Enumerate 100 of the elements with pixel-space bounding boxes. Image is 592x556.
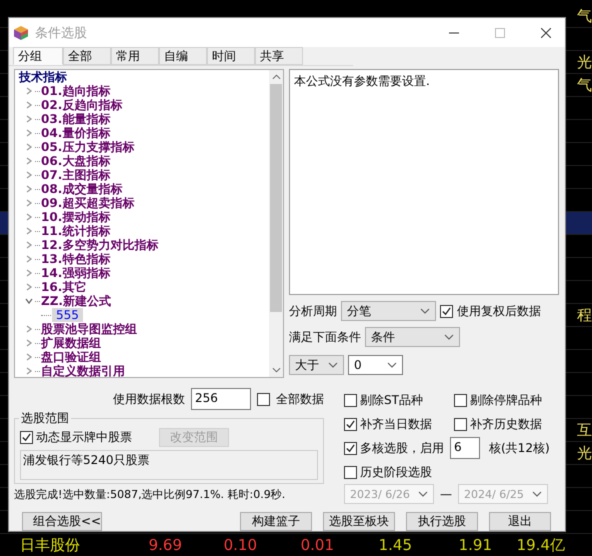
- tab[interactable]: 时间: [207, 47, 255, 65]
- chevron-right-icon[interactable]: [25, 199, 33, 207]
- chevron-right-icon[interactable]: [25, 367, 33, 375]
- tree-item[interactable]: 扩展数据组: [41, 336, 101, 350]
- window-title: 条件选股: [35, 24, 87, 42]
- stock-name: 气: [577, 75, 592, 96]
- table-cell-text: 1.91: [458, 535, 492, 556]
- checkbox-label: 多核选股，启用: [360, 440, 444, 456]
- core-count-field[interactable]: 6: [450, 437, 480, 459]
- scroll-down-icon[interactable]: [272, 367, 280, 373]
- checkbox[interactable]: [454, 418, 467, 430]
- chevron-down-icon[interactable]: [25, 297, 33, 305]
- tree-item[interactable]: 09.超买超卖指标: [41, 196, 134, 210]
- period-dropdown[interactable]: 分笔: [341, 301, 436, 321]
- checkbox-label: 剔除停牌品种: [470, 392, 542, 408]
- checkbox-label: 补齐当日数据: [360, 416, 432, 432]
- checkbox-label: 全部数据: [276, 390, 324, 408]
- group-title: 选股范围: [19, 410, 71, 427]
- caret-icon: [328, 362, 338, 368]
- tab[interactable]: 共享: [255, 47, 303, 65]
- tree-item[interactable]: 03.能量指标: [41, 112, 110, 126]
- chevron-right-icon[interactable]: [25, 339, 33, 347]
- chevron-right-icon[interactable]: [25, 213, 33, 221]
- checkbox[interactable]: [344, 394, 357, 406]
- chevron-right-icon[interactable]: [25, 115, 33, 123]
- maximize-icon[interactable]: [495, 28, 505, 38]
- tree-item[interactable]: 技术指标: [19, 70, 67, 84]
- core-note: 核(共12核): [489, 440, 550, 456]
- parameter-text: 本公式没有参数需要设置.: [294, 74, 430, 88]
- chevron-right-icon[interactable]: [25, 255, 33, 263]
- tree-item[interactable]: 05.压力支撑指标: [41, 140, 134, 154]
- checkbox-label: 剔除ST品种: [360, 392, 423, 408]
- condition-dropdown[interactable]: 条件: [365, 327, 460, 347]
- checkbox[interactable]: [20, 431, 33, 444]
- tree-item[interactable]: 555: [52, 308, 83, 322]
- tree-item[interactable]: 04.量价指标: [41, 126, 110, 140]
- checkbox-label: 补齐历史数据: [470, 416, 542, 432]
- action-button[interactable]: 选股至板块: [323, 512, 395, 531]
- chevron-right-icon[interactable]: [25, 227, 33, 235]
- tree-item[interactable]: 14.强弱指标: [41, 266, 110, 280]
- table-cell-text: 19.4亿: [516, 535, 565, 556]
- caret-icon: [532, 491, 542, 497]
- table-cell-text: 1.45: [378, 535, 412, 556]
- chevron-right-icon[interactable]: [25, 185, 33, 193]
- scope-summary: 浦发银行等5240只股票: [23, 453, 150, 467]
- field-label: 满足下面条件: [289, 328, 361, 346]
- tree-item[interactable]: 08.成交量指标: [41, 182, 122, 196]
- chevron-right-icon[interactable]: [25, 143, 33, 151]
- tree-item[interactable]: 10.摆动指标: [41, 210, 110, 224]
- close-icon[interactable]: [541, 28, 551, 38]
- tree-item[interactable]: 01.趋向指标: [41, 84, 110, 98]
- checkbox[interactable]: [454, 394, 467, 406]
- chevron-right-icon[interactable]: [25, 283, 33, 291]
- tab[interactable]: 常用: [111, 47, 159, 65]
- action-button[interactable]: 执行选股: [406, 512, 478, 531]
- checkbox-label: 动态显示牌中股票: [36, 429, 132, 446]
- scroll-up-icon[interactable]: [272, 74, 280, 80]
- checkbox[interactable]: [344, 466, 357, 478]
- tab[interactable]: 全部: [63, 47, 111, 65]
- chevron-right-icon[interactable]: [25, 353, 33, 361]
- tree-item[interactable]: 股票池导图监控组: [41, 322, 137, 336]
- tab[interactable]: 自编: [159, 47, 207, 65]
- checkbox-label: 历史阶段选股: [360, 464, 432, 480]
- tree-item[interactable]: 02.反趋向指标: [41, 98, 122, 112]
- field-label: 分析周期: [289, 302, 337, 320]
- chevron-right-icon[interactable]: [25, 87, 33, 95]
- checkbox[interactable]: [344, 442, 357, 454]
- chevron-right-icon[interactable]: [25, 325, 33, 333]
- scrollbar[interactable]: [269, 70, 283, 377]
- tree-item[interactable]: 16.其它: [41, 280, 86, 294]
- tree-item[interactable]: 06.大盘指标: [41, 154, 110, 168]
- chevron-right-icon[interactable]: [25, 157, 33, 165]
- action-button[interactable]: 构建篮子: [240, 512, 312, 531]
- action-button[interactable]: 退出: [489, 512, 551, 531]
- tree-item[interactable]: 13.特色指标: [41, 252, 110, 266]
- table-cell-text: 0.10: [224, 535, 257, 556]
- input-field[interactable]: 256: [191, 388, 251, 410]
- action-button[interactable]: 组合选股<<: [22, 512, 102, 531]
- checkbox[interactable]: [344, 418, 357, 430]
- tree-item[interactable]: 11.统计指标: [41, 224, 110, 238]
- checkbox[interactable]: [257, 392, 270, 406]
- chevron-right-icon[interactable]: [25, 241, 33, 249]
- table-cell-text: 9.69: [148, 535, 182, 556]
- tree-item[interactable]: 盘口验证组: [41, 350, 101, 364]
- tab[interactable]: 分组: [13, 47, 63, 65]
- tree-item[interactable]: ZZ.新建公式: [41, 294, 111, 308]
- stock-name: 光: [577, 443, 592, 464]
- chevron-right-icon[interactable]: [25, 101, 33, 109]
- table-cell-text: 0.01: [300, 535, 334, 556]
- chevron-right-icon[interactable]: [25, 129, 33, 137]
- tree-item[interactable]: 12.多空势力对比指标: [41, 238, 158, 252]
- chevron-right-icon[interactable]: [25, 171, 33, 179]
- tree-item[interactable]: 自定义数据引用: [41, 364, 125, 377]
- chevron-right-icon[interactable]: [25, 269, 33, 277]
- value-dropdown[interactable]: 0: [348, 355, 403, 375]
- stock-name: 程: [577, 305, 592, 326]
- operator-dropdown[interactable]: 大于: [289, 355, 344, 375]
- checkbox[interactable]: [440, 304, 453, 318]
- tree-item[interactable]: 07.主图指标: [41, 168, 110, 182]
- caret-icon: [418, 491, 428, 497]
